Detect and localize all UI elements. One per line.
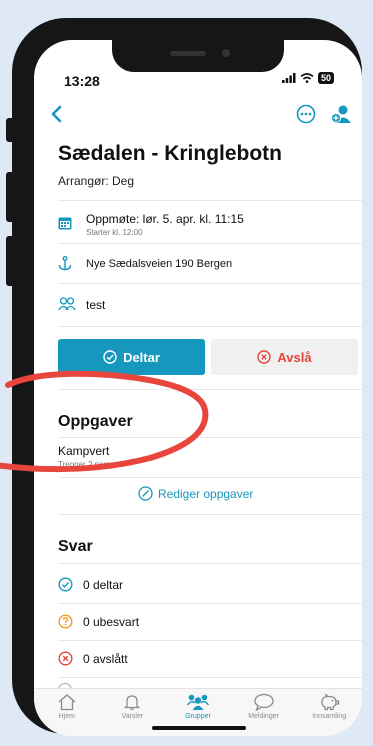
tasks-heading: Oppgaver (58, 413, 133, 430)
divider (58, 514, 362, 515)
check-circle-icon (103, 350, 117, 364)
divider (58, 563, 362, 564)
meeting-time: Oppmøte: lør. 5. apr. kl. 11:15 (86, 212, 244, 226)
event-title: Sædalen - Kringlebotn (58, 142, 283, 165)
address-row[interactable]: Nye Sædalsveien 190 Bergen (58, 250, 358, 278)
back-icon[interactable] (46, 102, 68, 126)
task-name[interactable]: Kampvert (58, 444, 109, 458)
responses-heading: Svar (58, 538, 93, 555)
signal-icon (282, 73, 296, 83)
x-circle-icon (257, 350, 272, 364)
divider (58, 437, 362, 438)
response-unanswered[interactable]: 0 ubesvart (58, 614, 139, 629)
group-row[interactable]: test (58, 290, 358, 318)
decline-label: Avslå (277, 349, 312, 365)
status-icons: 50 (282, 72, 335, 84)
chat-icon (253, 693, 274, 711)
top-bar (34, 100, 362, 130)
divider (58, 389, 362, 390)
piggy-bank-icon (321, 693, 340, 711)
add-person-icon[interactable] (330, 103, 352, 125)
tab-groups-label: Grupper (185, 713, 211, 720)
join-label: Deltar (123, 349, 160, 365)
divider (58, 677, 362, 678)
response-declined[interactable]: 0 avslått (58, 651, 128, 666)
divider (58, 603, 362, 604)
divider (58, 243, 362, 244)
event-address: Nye Sædalsveien 190 Bergen (86, 258, 233, 270)
battery-indicator: 50 (318, 72, 335, 84)
anchor-location-icon (58, 256, 72, 271)
group-icon (186, 694, 209, 710)
response-attending[interactable]: 0 deltar (58, 577, 123, 592)
group-name: test (86, 298, 106, 312)
app-screen: 13:28 50 Sædalen - Kringlebotn Arrangør:… (34, 40, 362, 736)
tab-notifications-label: Varsler (121, 713, 144, 720)
divider (58, 326, 362, 327)
more-options-icon[interactable] (296, 104, 316, 124)
tab-groups[interactable]: Grupper (165, 689, 231, 729)
home-icon (58, 694, 76, 711)
edit-circle-icon (138, 486, 153, 501)
status-time: 13:28 (64, 73, 100, 89)
speaker (170, 51, 206, 56)
x-circle-icon (58, 651, 73, 666)
tab-home-label: Hjem (58, 713, 75, 720)
phone-frame: 13:28 50 Sædalen - Kringlebotn Arrangør:… (12, 18, 362, 736)
wifi-icon (300, 73, 314, 83)
divider (58, 477, 362, 478)
tab-home[interactable]: Hjem (34, 689, 100, 729)
edit-tasks-label: Rediger oppgaver (158, 486, 254, 501)
decline-button[interactable]: Avslå (211, 339, 358, 375)
join-button[interactable]: Deltar (58, 339, 205, 375)
question-circle-icon (58, 614, 73, 629)
edit-tasks-link[interactable]: Rediger oppgaver (138, 486, 253, 501)
declined-count: 0 avslått (83, 651, 128, 666)
camera (222, 49, 230, 57)
tab-fundraising[interactable]: Innsamling (296, 689, 362, 729)
meeting-time-row: Oppmøte: lør. 5. apr. kl. 11:15 Starter … (58, 206, 358, 242)
task-requirement: Trenger 2 personer (58, 460, 127, 469)
tab-fundraising-label: Innsamling (312, 713, 347, 720)
notch (112, 40, 284, 72)
divider (58, 200, 362, 201)
tab-messages-label: Meldinger (248, 713, 279, 720)
attending-count: 0 deltar (83, 577, 124, 592)
tab-notifications[interactable]: Varsler (100, 689, 166, 729)
people-icon (58, 297, 76, 311)
check-circle-icon (58, 577, 73, 592)
divider (58, 640, 362, 641)
unanswered-count: 0 ubesvart (83, 614, 140, 629)
bell-icon (124, 695, 141, 711)
start-time: Starter kl. 12:00 (86, 228, 143, 237)
event-organizer: Arrangør: Deg (58, 174, 135, 188)
divider (58, 283, 362, 284)
home-indicator (152, 726, 246, 730)
calendar-icon (58, 217, 72, 230)
tab-messages[interactable]: Meldinger (231, 689, 297, 729)
